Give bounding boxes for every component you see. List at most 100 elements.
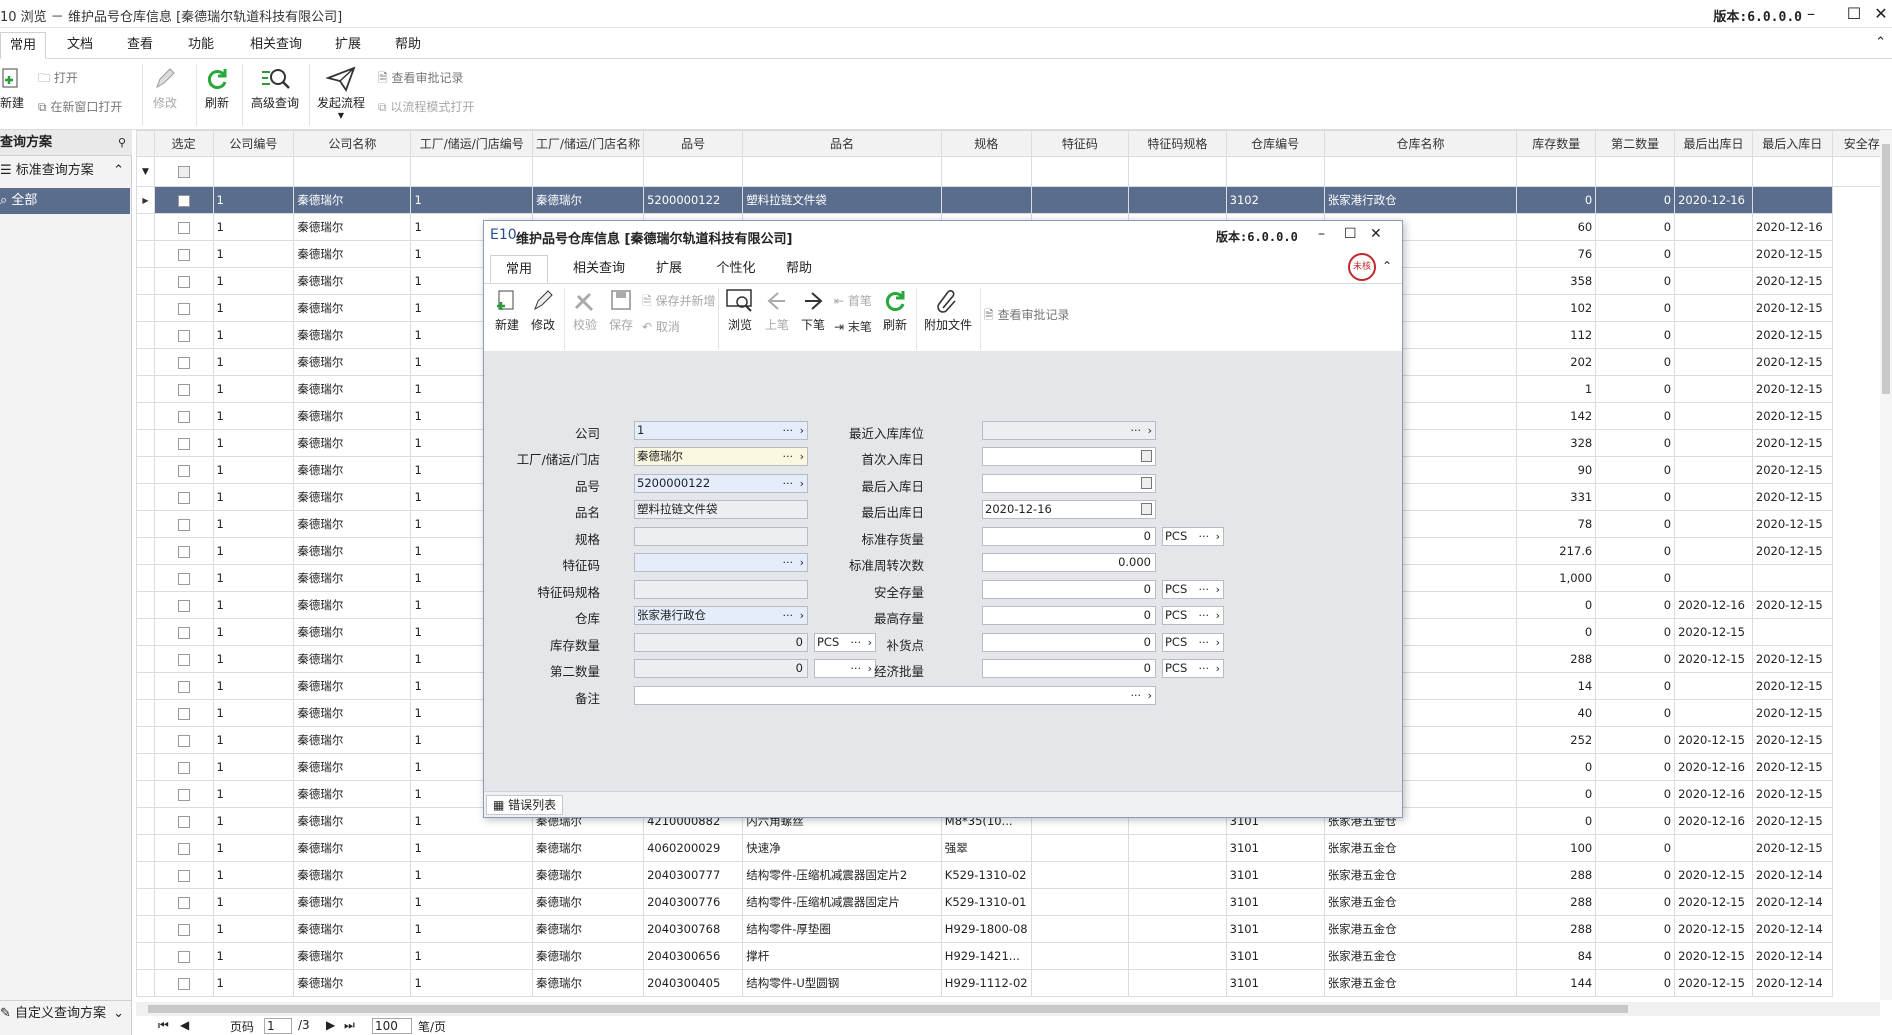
dialog-refresh-button[interactable]: 刷新 [878,288,912,333]
chevron-right-icon[interactable]: › [1216,660,1220,677]
chevron-up-icon[interactable]: ⌃ [1382,259,1392,273]
dialog-tab-common[interactable]: 常用 [490,255,548,283]
dialog-first-button[interactable]: ⇤ 首笔 [834,292,872,309]
table-row[interactable]: ▶ 1 秦德瑞尔 1 秦德瑞尔 5200000122 塑料拉链文件袋 3102 张家港行政仓 0 0… [136,186,1892,214]
horizontal-scrollbar[interactable] [136,1002,1880,1016]
row-checkbox[interactable] [153,321,214,349]
chevron-right-icon[interactable]: › [1216,581,1220,598]
start-flow-button[interactable]: 发起流程 ▼ [314,66,368,120]
reorder-field[interactable]: 0 [982,633,1156,652]
pager-first-icon[interactable]: ⏮ [158,1018,169,1033]
dialog-save-new-button[interactable]: 🗎 保存并新增 [642,292,715,313]
close-icon[interactable]: ✕ [1870,3,1892,25]
spec-field[interactable] [634,527,808,546]
row-checkbox[interactable] [153,213,214,241]
last_in-field[interactable] [982,474,1156,493]
ellipsis-icon[interactable]: ··· [1199,607,1210,624]
column-header[interactable]: 最后出库日 [1674,130,1753,157]
stock_qty-field[interactable]: 0 [634,633,808,652]
column-header[interactable]: 公司名称 [293,130,412,157]
row-checkbox[interactable] [153,294,214,322]
ellipsis-icon[interactable]: ··· [1199,581,1210,598]
filter-icon[interactable]: ▼ [136,156,155,187]
feature_spec-field[interactable] [634,580,808,599]
row-checkbox[interactable] [153,915,214,943]
dialog-next-button[interactable]: 下笔 [796,288,830,333]
row-checkbox[interactable] [153,807,214,835]
ellipsis-icon[interactable]: ··· [1199,660,1210,677]
column-header[interactable]: 仓库名称 [1323,130,1518,157]
column-header[interactable]: 最后入库日 [1751,130,1833,157]
table-row[interactable]: 1 秦德瑞尔 1 秦德瑞尔 2040300405 结构零件-U型圆钢 H929-1112-0… [136,969,1892,997]
tab-help[interactable]: 帮助 [388,32,428,59]
column-header[interactable]: 库存数量 [1516,130,1597,157]
dialog-tab-help[interactable]: 帮助 [774,255,824,283]
open-button[interactable]: 🗀 打开 [38,69,78,90]
row-checkbox[interactable] [153,510,214,538]
calendar-icon[interactable] [1141,477,1152,489]
dialog-browse-button[interactable]: 浏览 [722,288,758,333]
ellipsis-icon[interactable]: ··· [1131,422,1142,439]
filter-cell[interactable] [531,156,645,187]
column-header[interactable]: 规格 [940,130,1032,157]
safety_stock-field[interactable]: 0 [982,580,1156,599]
item_no-field[interactable]: 5200000122 ··· › [634,474,808,493]
warehouse-field[interactable]: 张家港行政仓 ··· › [634,606,808,625]
maximize-icon[interactable]: ☐ [1843,3,1865,25]
column-header[interactable]: 工厂/储运/门店名称 [531,130,645,157]
table-row[interactable]: 1 秦德瑞尔 1 秦德瑞尔 2040300768 结构零件-厚垫圈 H929-1800-08… [136,915,1892,943]
safety_stock-unit-field[interactable]: PCS ··· › [1162,580,1224,599]
row-checkbox[interactable] [153,483,214,511]
reorder-unit-field[interactable]: PCS ··· › [1162,633,1224,652]
table-row[interactable]: 1 秦德瑞尔 1 秦德瑞尔 2040300656 撑杆 H929-1421... 3101 张家… [136,942,1892,970]
row-checkbox[interactable] [153,267,214,295]
view-approval-button[interactable]: 🗎 查看审批记录 [378,69,463,90]
tab-common[interactable]: 常用 [0,32,46,59]
page-size-input[interactable]: 100 [372,1018,412,1034]
row-checkbox[interactable] [153,186,214,214]
chevron-right-icon[interactable]: › [1216,528,1220,545]
item_name-field[interactable]: 塑料拉链文件袋 [634,500,808,519]
dialog-last-button[interactable]: ⇥ 末笔 [834,318,872,335]
calendar-icon[interactable] [1141,450,1152,462]
std_turnover-field[interactable]: 0.000 [982,553,1156,572]
dialog-save-button[interactable]: 保存 [606,288,636,333]
row-checkbox[interactable] [153,672,214,700]
standard-query-plan[interactable]: ☰ 标准查询方案 ⌃ [0,158,132,184]
row-checkbox[interactable] [153,537,214,565]
dialog-verify-button[interactable]: 校验 [568,288,602,333]
filter-cell[interactable] [1751,156,1833,187]
pin-icon[interactable]: ⚲ [118,130,126,156]
pager-last-icon[interactable]: ⏭ [344,1018,355,1033]
dialog-tab-personalize[interactable]: 个性化 [706,255,766,283]
filter-cell[interactable] [293,156,412,187]
pager-prev-icon[interactable]: ◀ [180,1018,189,1032]
filter-cell[interactable] [1225,156,1325,187]
row-checkbox[interactable] [153,699,214,727]
edit-button[interactable]: 修改 [148,66,182,111]
row-checkbox[interactable] [153,348,214,376]
new-button[interactable]: 新建 [0,66,24,111]
column-header[interactable]: 第二数量 [1595,130,1676,157]
column-header[interactable]: 选定 [153,130,214,157]
ellipsis-icon[interactable]: ··· [1131,687,1142,704]
select-all-checkbox[interactable] [153,156,214,187]
column-header[interactable]: 仓库编号 [1225,130,1325,157]
remark-field[interactable]: ··· › [634,686,1156,705]
second_qty-field[interactable]: 0 [634,659,808,678]
row-checkbox[interactable] [153,969,214,997]
chevron-right-icon[interactable]: › [1216,607,1220,624]
max_stock-field[interactable]: 0 [982,606,1156,625]
table-row[interactable]: 1 秦德瑞尔 1 秦德瑞尔 2040300777 结构零件-压缩机减震器固定片2 K529-… [136,861,1892,889]
tab-related-query[interactable]: 相关查询 [244,32,308,59]
open-flow-mode-button[interactable]: ⧉ 以流程模式打开 [378,98,474,115]
error-list-tab[interactable]: ▦ 错误列表 [486,795,564,815]
dialog-tab-extend[interactable]: 扩展 [644,255,694,283]
advanced-query-button[interactable]: 高级查询 [246,66,304,111]
ellipsis-icon[interactable]: ··· [1199,634,1210,651]
row-checkbox[interactable] [153,564,214,592]
ellipsis-icon[interactable]: ··· [1199,528,1210,545]
row-checkbox[interactable] [153,861,214,889]
chevron-right-icon[interactable]: › [1148,422,1152,439]
column-header[interactable]: 公司编号 [212,130,295,157]
